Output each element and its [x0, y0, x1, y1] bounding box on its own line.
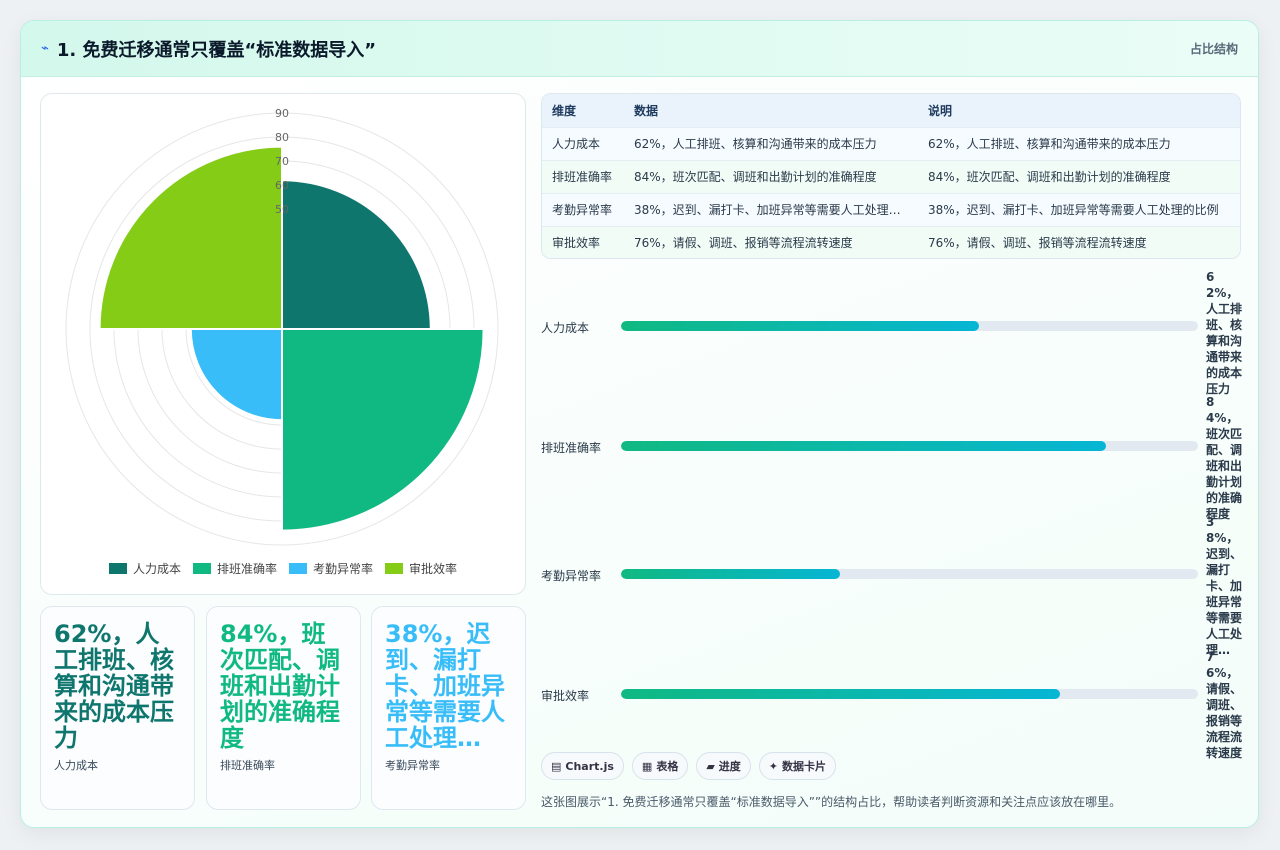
progress-label: 考勤异常率: [541, 569, 602, 583]
chip-label: 进度: [718, 760, 741, 773]
sparkle-icon: ✦: [768, 759, 779, 773]
legend-swatch: [385, 563, 404, 574]
progress-track: [621, 441, 1198, 451]
chart-legend: 人力成本 排班准确率 考勤异常率 审批效率: [41, 560, 525, 577]
r-tick-label: 50: [275, 203, 289, 216]
card-title: ⌁ 1. 免费迁移通常只覆盖“标准数据导入”: [41, 36, 376, 62]
polar-segment: [281, 328, 485, 532]
legend-label: 人力成本: [132, 562, 181, 576]
chip-label: 数据卡片: [782, 760, 827, 773]
progress-label: 排班准确率: [541, 441, 602, 455]
progress-track: [621, 321, 1198, 331]
progress-fill: [621, 321, 979, 331]
table-cell: 排班准确率: [542, 159, 624, 193]
legend-label: 审批效率: [409, 562, 458, 576]
chart-description: 这张图展示“1. 免费迁移通常只覆盖“标准数据导入””的结构占比，帮助读者判断资…: [541, 795, 1122, 809]
kpi-card: 84%，班次匹配、调班和出勤计划的准确程度 排班准确率: [206, 606, 361, 810]
progress-value: 76%，请假、调班、报销等流程流转速度: [1206, 650, 1243, 760]
kpi-label: 考勤异常率: [385, 759, 440, 772]
table-cell: 人力成本: [542, 126, 624, 160]
kpi-value: 84%，班次匹配、调班和出勤计划的准确程度: [220, 620, 340, 752]
kpi-cards: 62%，人工排班、核算和沟通带来的成本压力 人力成本 84%，班次匹配、调班和出…: [40, 606, 526, 810]
legend-item[interactable]: 人力成本: [108, 560, 181, 577]
progress-list: 人力成本 62%，人工排班、核算和沟通带来的成本压力 排班准确率 84%，班次匹…: [541, 269, 1243, 760]
progress-value: 62%，人工排班、核算和沟通带来的成本压力: [1206, 270, 1243, 396]
progress-value: 84%，班次匹配、调班和出勤计划的准确程度: [1206, 395, 1243, 521]
r-tick-label: 60: [275, 179, 289, 192]
kpi-card: 62%，人工排班、核算和沟通带来的成本压力 人力成本: [40, 606, 195, 810]
table-header-cell: 说明: [918, 94, 1240, 127]
r-tick-label: 90: [275, 107, 289, 120]
progress-fill: [621, 689, 1060, 699]
polar-segment: [98, 145, 283, 330]
table-header-cell: 数据: [624, 94, 918, 127]
progress-track: [621, 569, 1198, 579]
table-cell: 38%，迟到、漏打卡、加班异常等需要人工处理…: [624, 192, 918, 226]
kpi-value: 62%，人工排班、核算和沟通带来的成本压力: [54, 620, 174, 752]
legend-item[interactable]: 排班准确率: [192, 560, 277, 577]
chip-label: Chart.js: [565, 759, 614, 773]
table-row: 排班准确率 84%，班次匹配、调班和出勤计划的准确程度 84%，班次匹配、调班和…: [542, 159, 1240, 193]
chip-progress[interactable]: ▰ 进度: [696, 752, 751, 780]
table-row: 审批效率 76%，请假、调班、报销等流程流转速度 76%，请假、调班、报销等流程…: [542, 225, 1240, 258]
progress-label: 审批效率: [541, 689, 590, 703]
table-cell: 62%，人工排班、核算和沟通带来的成本压力: [624, 126, 918, 160]
progress-fill: [621, 569, 841, 579]
table-cell: 38%，迟到、漏打卡、加班异常等需要人工处理的比例: [918, 192, 1240, 226]
legend-swatch: [192, 563, 211, 574]
legend-swatch: [289, 563, 307, 574]
kpi-card: 38%，迟到、漏打卡、加班异常等需要人工处理… 考勤异常率: [371, 606, 526, 810]
polar-chart-svg: 50 60 70 80 90: [65, 107, 499, 546]
card-header: ⌁ 1. 免费迁移通常只覆盖“标准数据导入” 占比结构: [21, 21, 1258, 77]
chart-icon: ▤: [551, 759, 562, 773]
table-cell: 76%，请假、调班、报销等流程流转速度: [918, 225, 1240, 258]
table-row: 考勤异常率 38%，迟到、漏打卡、加班异常等需要人工处理… 38%，迟到、漏打卡…: [542, 192, 1240, 226]
polar-segment: [189, 328, 283, 422]
chart-type-tag: 占比结构: [1189, 42, 1238, 56]
kpi-label: 人力成本: [54, 759, 98, 772]
progress-fill: [621, 441, 1106, 451]
chip-label: 表格: [656, 760, 679, 773]
table-cell: 76%，请假、调班、报销等流程流转速度: [624, 225, 918, 258]
bolt-icon: ⌁: [41, 41, 49, 56]
r-tick-label: 80: [275, 131, 289, 144]
table-row: 人力成本 62%，人工排班、核算和沟通带来的成本压力 62%，人工排班、核算和沟…: [542, 126, 1240, 160]
data-table: 维度 数据 说明 人力成本 62%，人工排班、核算和沟通带来的成本压力 62%，…: [541, 93, 1241, 259]
table-header-cell: 维度: [542, 94, 624, 127]
polar-segment: [281, 179, 432, 330]
kpi-label: 排班准确率: [220, 759, 275, 772]
polar-chart: 50 60 70 80 90 人力成本 排班准确率 考勤异常率 审批效率: [40, 93, 526, 595]
progress-track: [621, 689, 1198, 699]
progress-label: 人力成本: [541, 321, 590, 335]
table-cell: 考勤异常率: [542, 192, 624, 226]
chip-table[interactable]: ▦ 表格: [631, 752, 689, 780]
chip-data-cards[interactable]: ✦ 数据卡片: [758, 752, 837, 780]
legend-swatch: [108, 563, 127, 574]
table-cell: 84%，班次匹配、调班和出勤计划的准确程度: [624, 159, 918, 193]
progress-value: 38%，迟到、漏打卡、加班异常等需要人工处理…: [1206, 515, 1243, 657]
legend-label: 考勤异常率: [313, 562, 374, 576]
table-header-row: 维度 数据 说明: [542, 94, 1240, 127]
main-card: ⌁ 1. 免费迁移通常只覆盖“标准数据导入” 占比结构 50 60 70 80 90 人…: [20, 20, 1259, 828]
progress-icon: ▰: [706, 759, 715, 773]
legend-item[interactable]: 审批效率: [385, 560, 457, 577]
table-cell: 62%，人工排班、核算和沟通带来的成本压力: [918, 126, 1240, 160]
view-chips: ▤ Chart.js ▦ 表格 ▰ 进度 ✦ 数据卡片: [541, 752, 837, 780]
table-cell: 审批效率: [542, 225, 624, 258]
title-text: 1. 免费迁移通常只覆盖“标准数据导入”: [56, 39, 377, 61]
legend-label: 排班准确率: [216, 562, 277, 576]
chip-chartjs[interactable]: ▤ Chart.js: [541, 752, 624, 780]
table-cell: 84%，班次匹配、调班和出勤计划的准确程度: [918, 159, 1240, 193]
table-icon: ▦: [641, 759, 653, 773]
r-tick-label: 70: [275, 155, 289, 168]
legend-item[interactable]: 考勤异常率: [289, 560, 373, 577]
kpi-value: 38%，迟到、漏打卡、加班异常等需要人工处理…: [385, 620, 505, 752]
